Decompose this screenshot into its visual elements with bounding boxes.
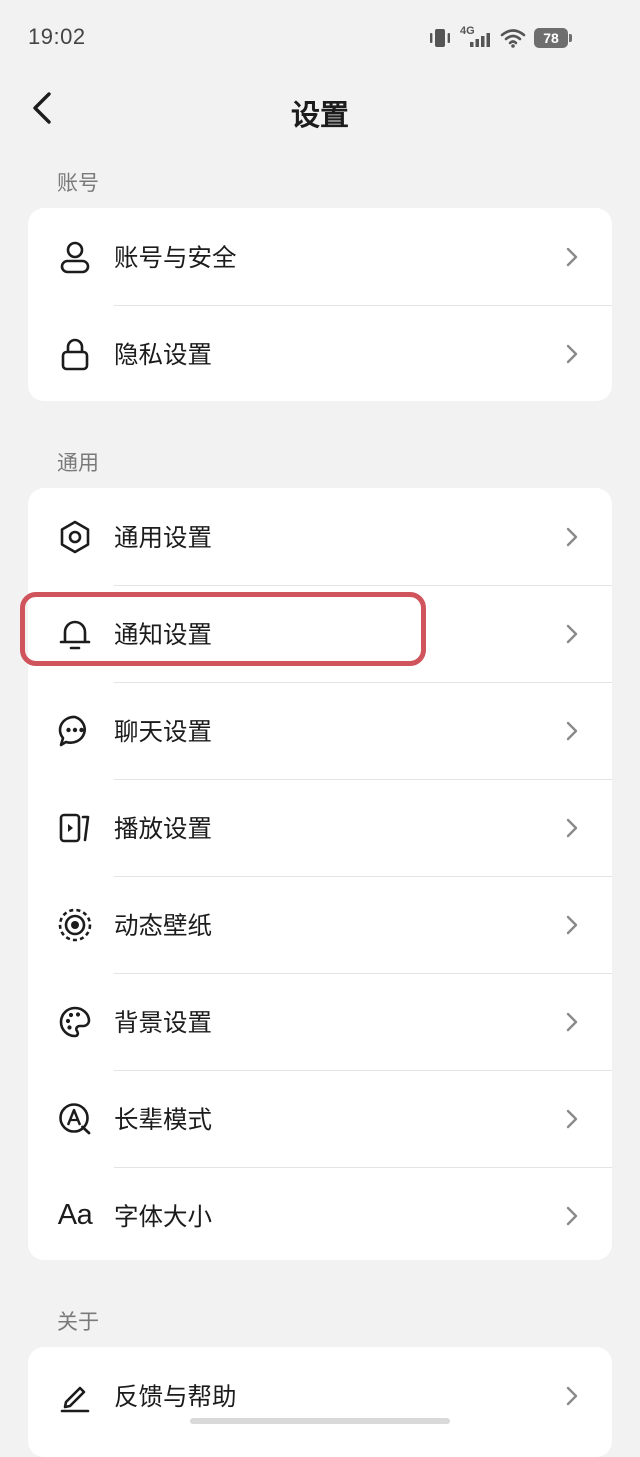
wifi-icon — [500, 28, 526, 48]
settings-item-label: 聊天设置 — [114, 717, 212, 746]
live-wallpaper-icon — [56, 906, 94, 944]
settings-item-background[interactable]: 背景设置 — [28, 973, 612, 1070]
account-card: 账号与安全 隐私设置 — [28, 208, 612, 401]
page-title: 设置 — [290, 98, 349, 132]
settings-item-label: 动态壁纸 — [114, 911, 212, 940]
settings-item-label: 字体大小 — [114, 1202, 212, 1231]
settings-item-notifications[interactable]: 通知设置 — [28, 585, 612, 682]
settings-item-label: 隐私设置 — [114, 340, 212, 369]
section-label-general: 通用 — [57, 451, 99, 475]
settings-item-chat[interactable]: 聊天设置 — [28, 682, 612, 779]
chat-bubble-icon — [56, 712, 94, 750]
chevron-right-icon — [562, 245, 582, 269]
settings-item-label: 账号与安全 — [114, 243, 237, 272]
chevron-right-icon — [562, 622, 582, 646]
battery-icon: 78 — [534, 28, 572, 48]
bell-icon — [56, 615, 94, 653]
chevron-right-icon — [562, 1384, 582, 1408]
chevron-right-icon — [562, 1204, 582, 1228]
status-icons: 4G 78 — [428, 25, 572, 50]
palette-icon — [56, 1003, 94, 1041]
play-screen-icon — [56, 809, 94, 847]
settings-item-privacy[interactable]: 隐私设置 — [28, 305, 612, 401]
general-card: 通用设置 通知设置 聊天设置 播放设置 动态壁纸 背景设置 长辈模式 Aa 字体… — [28, 488, 612, 1260]
settings-item-playback[interactable]: 播放设置 — [28, 779, 612, 876]
settings-item-elder-mode[interactable]: 长辈模式 — [28, 1070, 612, 1167]
home-indicator — [190, 1418, 450, 1424]
settings-item-label: 通知设置 — [114, 620, 212, 649]
gear-icon — [56, 518, 94, 556]
status-bar: 19:02 4G 78 — [0, 0, 640, 74]
edit-pen-icon — [56, 1377, 94, 1415]
settings-item-font-size[interactable]: Aa 字体大小 — [28, 1167, 612, 1260]
settings-item-feedback-help[interactable]: 反馈与帮助 — [28, 1347, 612, 1444]
settings-item-label: 通用设置 — [114, 523, 212, 552]
section-label-about: 关于 — [57, 1310, 99, 1334]
lock-icon — [56, 335, 94, 373]
settings-item-account-security[interactable]: 账号与安全 — [28, 208, 612, 305]
status-time: 19:02 — [28, 24, 86, 49]
chevron-right-icon — [562, 719, 582, 743]
settings-item-label: 反馈与帮助 — [114, 1382, 237, 1411]
section-label-account: 账号 — [57, 171, 99, 195]
settings-item-label: 长辈模式 — [114, 1105, 212, 1134]
chevron-right-icon — [562, 913, 582, 937]
elder-mode-icon — [56, 1100, 94, 1138]
chevron-right-icon — [562, 816, 582, 840]
settings-item-general[interactable]: 通用设置 — [28, 488, 612, 585]
settings-item-label: 播放设置 — [114, 814, 212, 843]
about-card: 反馈与帮助 — [28, 1347, 612, 1457]
nav-bar: 设置 — [0, 74, 640, 150]
settings-item-live-wallpaper[interactable]: 动态壁纸 — [28, 876, 612, 973]
user-icon — [56, 238, 94, 276]
font-size-icon: Aa — [56, 1197, 94, 1235]
signal-icon: 4G — [460, 25, 492, 49]
vibrate-icon — [428, 28, 452, 48]
settings-item-label: 背景设置 — [114, 1008, 212, 1037]
chevron-right-icon — [562, 1107, 582, 1131]
chevron-right-icon — [562, 525, 582, 549]
chevron-right-icon — [562, 342, 582, 366]
font-size-glyph: Aa — [57, 1199, 93, 1231]
chevron-right-icon — [562, 1010, 582, 1034]
